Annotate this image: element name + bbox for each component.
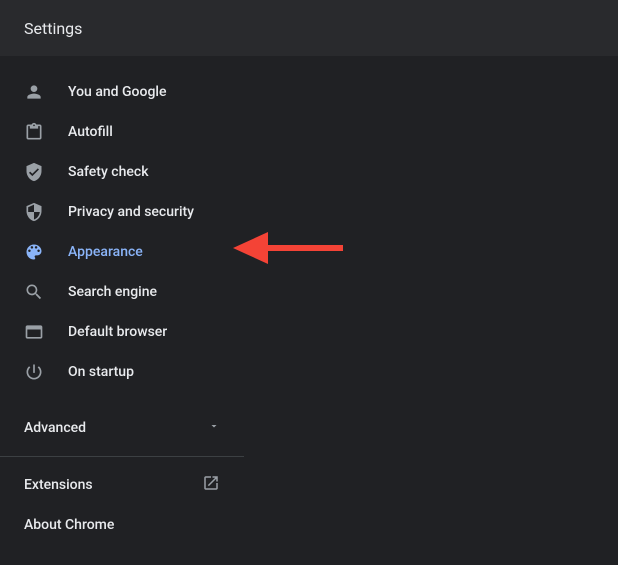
- sidebar-item-label: You and Google: [68, 84, 166, 100]
- sidebar-item-safety-check[interactable]: Safety check: [0, 152, 244, 192]
- sidebar-item-label: Search engine: [68, 284, 157, 300]
- sidebar-item-label: Privacy and security: [68, 204, 194, 220]
- clipboard-icon: [24, 122, 44, 142]
- advanced-toggle[interactable]: Advanced: [0, 408, 244, 448]
- sidebar-item-label: Autofill: [68, 124, 113, 140]
- sidebar-item-search-engine[interactable]: Search engine: [0, 272, 244, 312]
- sidebar-item-about-chrome[interactable]: About Chrome: [0, 505, 244, 545]
- power-icon: [24, 362, 44, 382]
- chevron-down-icon: [208, 420, 220, 436]
- shield-check-icon: [24, 162, 44, 182]
- page-title: Settings: [24, 19, 82, 38]
- browser-icon: [24, 322, 44, 342]
- extensions-label: Extensions: [24, 477, 93, 493]
- sidebar-item-default-browser[interactable]: Default browser: [0, 312, 244, 352]
- search-icon: [24, 282, 44, 302]
- shield-icon: [24, 202, 44, 222]
- annotation-arrow: [228, 228, 348, 268]
- nav-list: You and Google Autofill Safety check Pri…: [0, 72, 244, 392]
- about-label: About Chrome: [24, 517, 114, 533]
- palette-icon: [24, 242, 44, 262]
- sidebar-item-label: Default browser: [68, 324, 167, 340]
- sidebar-item-on-startup[interactable]: On startup: [0, 352, 244, 392]
- external-link-icon: [202, 474, 220, 496]
- sidebar-item-label: Appearance: [68, 244, 143, 260]
- sidebar-item-privacy-security[interactable]: Privacy and security: [0, 192, 244, 232]
- sidebar-item-label: On startup: [68, 364, 134, 380]
- sidebar-item-appearance[interactable]: Appearance: [0, 232, 244, 272]
- sidebar-item-you-and-google[interactable]: You and Google: [0, 72, 244, 112]
- settings-sidebar: You and Google Autofill Safety check Pri…: [0, 56, 244, 545]
- settings-header: Settings: [0, 0, 618, 56]
- person-icon: [24, 82, 44, 102]
- sidebar-item-autofill[interactable]: Autofill: [0, 112, 244, 152]
- sidebar-item-label: Safety check: [68, 164, 149, 180]
- sidebar-divider: [0, 456, 244, 457]
- sidebar-item-extensions[interactable]: Extensions: [0, 465, 244, 505]
- advanced-label: Advanced: [24, 420, 86, 436]
